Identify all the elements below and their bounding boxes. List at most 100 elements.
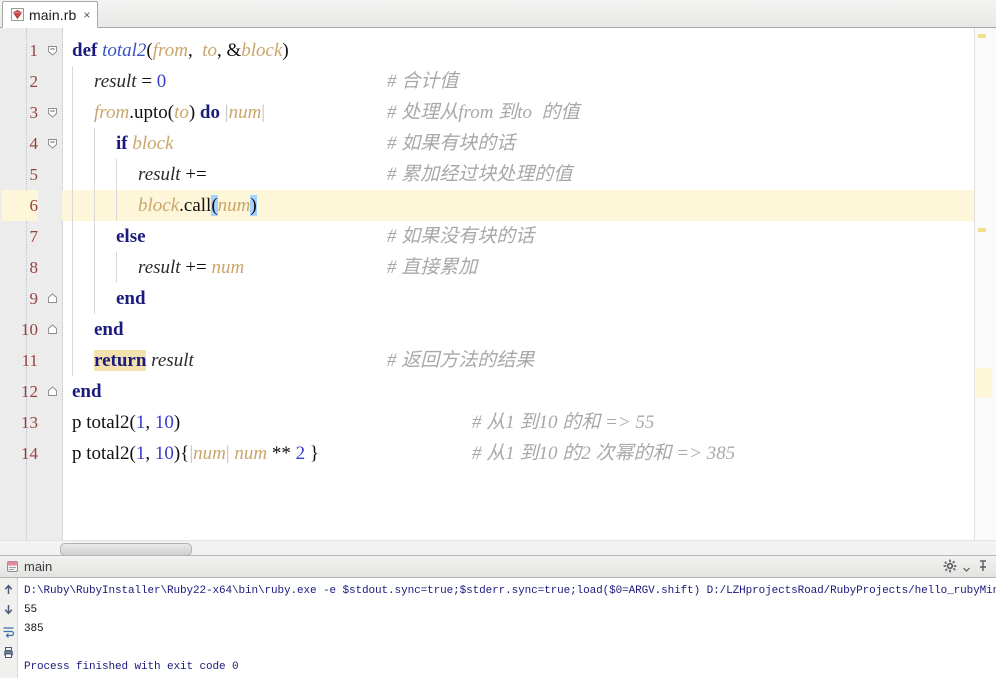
editor-tab-bar: main.rb × xyxy=(0,0,996,28)
fold-collapse-icon[interactable] xyxy=(47,45,58,56)
code-token: | xyxy=(261,102,266,123)
code-comment: # 如果没有块的话 xyxy=(387,226,535,247)
run-console-header: main xyxy=(0,555,996,578)
code-token: total2 xyxy=(86,412,130,433)
marker-stripe[interactable] xyxy=(978,34,986,38)
code-comment: # 直接累加 xyxy=(387,257,478,278)
marker-stripe[interactable] xyxy=(978,228,986,232)
code-line[interactable]: end xyxy=(62,283,975,314)
editor-tab-main-rb[interactable]: main.rb × xyxy=(2,1,99,28)
line-number[interactable]: 12 xyxy=(2,376,38,407)
code-comment: # 合计值 xyxy=(387,71,459,92)
code-comment: # 从1 到10 的和 => 55 xyxy=(472,412,655,433)
code-token: 10 xyxy=(154,443,174,464)
code-token: result xyxy=(94,71,137,92)
console-side-toolbar[interactable] xyxy=(0,578,18,678)
fold-gutter[interactable] xyxy=(44,28,63,540)
code-token: ** xyxy=(267,443,296,464)
code-line[interactable]: def total2(from, to, &block) xyxy=(62,35,975,66)
code-comment: # 处理从from 到to 的值 xyxy=(387,102,580,123)
code-line[interactable]: end xyxy=(62,314,975,345)
run-config-icon xyxy=(6,560,19,573)
code-token: if xyxy=(116,133,128,154)
code-token: , xyxy=(145,443,155,464)
code-token: p xyxy=(72,412,82,433)
run-console-title: main xyxy=(24,559,53,574)
code-token: , xyxy=(145,412,155,433)
editor-tab-label: main.rb xyxy=(29,6,77,23)
console-output-line: 55 xyxy=(24,604,38,616)
line-number[interactable]: 1 xyxy=(2,35,39,66)
code-token: from xyxy=(94,102,130,123)
chevron-down-icon[interactable] xyxy=(963,560,970,578)
code-token: num xyxy=(234,443,268,464)
code-comment: # 如果有块的话 xyxy=(387,133,516,154)
code-token: end xyxy=(94,319,124,340)
code-token: , xyxy=(187,40,203,61)
code-token: def xyxy=(72,40,98,61)
soft-wrap-icon[interactable] xyxy=(2,625,15,638)
code-comment: # 返回方法的结果 xyxy=(387,350,535,371)
code-line[interactable]: end xyxy=(62,376,975,407)
code-token: 10 xyxy=(154,412,174,433)
code-token: block xyxy=(241,40,283,61)
code-token: else xyxy=(116,226,146,247)
line-number[interactable]: 9 xyxy=(2,283,39,314)
run-console-output-panel[interactable]: D:\Ruby\RubyInstaller\Ruby22-x64\bin\rub… xyxy=(0,578,996,678)
line-number[interactable]: 10 xyxy=(2,314,38,345)
close-icon[interactable]: × xyxy=(83,9,90,21)
console-header-actions xyxy=(943,559,990,578)
line-number[interactable]: 5 xyxy=(2,159,39,190)
code-token: do xyxy=(199,102,220,123)
code-token: 2 xyxy=(295,443,306,464)
editor-horizontal-scrollbar[interactable] xyxy=(0,540,996,556)
code-token: = xyxy=(136,71,157,92)
code-token: return xyxy=(94,350,147,371)
fold-end-icon[interactable] xyxy=(47,293,58,304)
console-output-line: Process finished with exit code 0 xyxy=(24,661,239,673)
console-output-line: D:\Ruby\RubyInstaller\Ruby22-x64\bin\rub… xyxy=(24,585,996,597)
error-marker-track[interactable] xyxy=(974,28,996,540)
fold-collapse-icon[interactable] xyxy=(47,138,58,149)
viewport-thumb[interactable] xyxy=(976,368,992,398)
line-number[interactable]: 8 xyxy=(2,252,39,283)
code-token: 0 xyxy=(156,71,167,92)
fold-end-icon[interactable] xyxy=(47,324,58,335)
rubymine-window: main.rb × 1 2 3 4 5 6 7 8 9 10 11 12 13 14 def total2… xyxy=(0,0,996,678)
line-number[interactable]: 2 xyxy=(2,66,39,97)
code-text-area[interactable]: def total2(from, to, &block) result = 0 # … xyxy=(62,28,975,540)
code-token: to xyxy=(174,102,189,123)
console-output-text: D:\Ruby\RubyInstaller\Ruby22-x64\bin\rub… xyxy=(24,582,996,677)
code-token: ) xyxy=(282,40,289,61)
arrow-down-icon[interactable] xyxy=(2,603,15,616)
line-number[interactable]: 14 xyxy=(2,438,38,469)
line-number[interactable]: 4 xyxy=(2,128,39,159)
line-number[interactable]: 7 xyxy=(2,221,39,252)
code-token: total2 xyxy=(102,40,147,61)
fold-end-icon[interactable] xyxy=(47,386,58,397)
code-token: block xyxy=(138,195,180,216)
gear-icon[interactable] xyxy=(943,559,957,578)
code-editor[interactable]: 1 2 3 4 5 6 7 8 9 10 11 12 13 14 def total2(from, to,… xyxy=(0,28,996,540)
code-comment: # 累加经过块处理的值 xyxy=(387,164,573,185)
code-token: 1 xyxy=(135,412,146,433)
pin-icon[interactable] xyxy=(976,559,990,578)
code-token: num xyxy=(228,102,262,123)
line-number[interactable]: 3 xyxy=(2,97,39,128)
fold-collapse-icon[interactable] xyxy=(47,107,58,118)
line-number[interactable]: 13 xyxy=(2,407,38,438)
code-token: ) xyxy=(250,195,257,216)
print-icon[interactable] xyxy=(2,646,15,659)
code-token: num xyxy=(217,195,251,216)
code-line[interactable]: block.call(num) xyxy=(62,190,975,221)
code-token: , & xyxy=(216,40,242,61)
line-number[interactable]: 6 xyxy=(2,190,38,221)
arrow-up-icon[interactable] xyxy=(2,583,15,596)
code-token: end xyxy=(116,288,146,309)
code-token: ) xyxy=(188,102,200,123)
line-number[interactable]: 11 xyxy=(2,345,38,376)
code-token: result xyxy=(138,257,181,278)
code-token: num xyxy=(211,257,245,278)
code-token: total2 xyxy=(86,443,130,464)
